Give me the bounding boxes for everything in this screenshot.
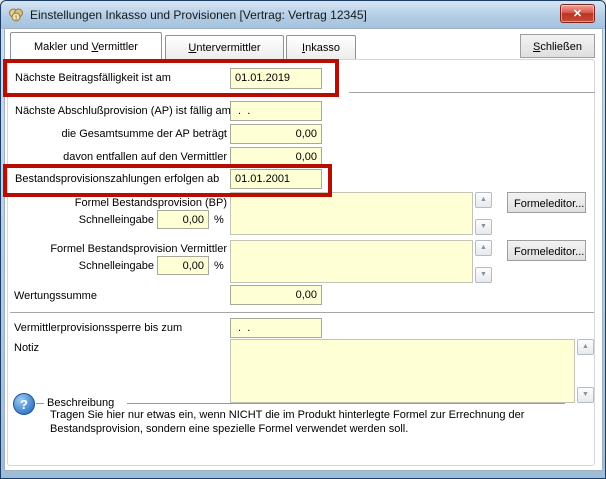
bestandsprovision-ab-label: Bestandsprovisionszahlungen erfolgen ab [15,173,219,185]
notiz-textarea[interactable] [230,339,575,403]
close-dialog-button[interactable]: Schließen [520,34,595,58]
separator [10,312,594,313]
schnelleingabe-vermittler-field[interactable]: 0,00 [157,256,209,275]
formeleditor-button-bp[interactable]: Formeleditor... [507,192,586,213]
legend-line [127,403,565,404]
bestandsprovision-ab-date-field[interactable]: 01.01.2001 [230,169,322,189]
schnelleingabe-bp-unit: % [214,214,224,226]
beitragsfaelligkeit-label: Nächste Beitragsfälligkeit ist am [15,72,171,84]
separator [349,92,595,93]
abschlussprovision-date-field[interactable]: . . [230,101,322,121]
gesamtsumme-field[interactable]: 0,00 [230,124,322,144]
formel-bp-scrollbar: ▲ ▼ [475,192,492,235]
scroll-up-icon[interactable]: ▲ [475,192,492,208]
davon-vermittler-label: davon entfallen auf den Vermittler [15,151,227,163]
dialog-client-area: Makler und Vermittler Untervermittler In… [4,28,603,471]
formel-bp-vermittler-scrollbar: ▲ ▼ [475,240,492,283]
notiz-scrollbar: ▲ ▼ [577,339,594,403]
dialog-window: 1 Einstellungen Inkasso und Provisionen … [0,0,606,479]
window-title: Einstellungen Inkasso und Provisionen [V… [30,8,367,22]
window-close-button[interactable]: ✕ [560,4,595,23]
schnelleingabe-bp-field[interactable]: 0,00 [157,210,209,229]
davon-vermittler-field[interactable]: 0,00 [230,147,322,167]
beitragsfaelligkeit-date-field[interactable]: 01.01.2019 [230,68,322,89]
gesamtsumme-label: die Gesamtsumme der AP beträgt [15,128,227,140]
close-icon: ✕ [573,8,582,20]
schnelleingabe-bp-label: Schnelleingabe [15,214,154,226]
scroll-up-icon[interactable]: ▲ [577,339,594,355]
svg-text:1: 1 [14,16,17,22]
scroll-down-icon[interactable]: ▼ [475,219,492,235]
beschreibung-text: Tragen Sie hier nur etwas ein, wenn NICH… [50,408,555,436]
formeleditor-button-vermittler[interactable]: Formeleditor... [507,240,586,261]
help-icon: ? [13,393,35,415]
formel-bp-vermittler-label: Formel Bestandsprovision Vermittler [15,243,227,255]
schnelleingabe-vermittler-label: Schnelleingabe [15,260,154,272]
tab-inkasso[interactable]: Inkasso [286,35,356,60]
scroll-up-icon[interactable]: ▲ [475,240,492,256]
tab-makler-und-vermittler[interactable]: Makler und Vermittler [10,32,162,61]
abschlussprovision-label: Nächste Abschlußprovision (AP) ist fälli… [15,105,231,117]
scroll-down-icon[interactable]: ▼ [577,387,594,403]
formel-bp-textarea[interactable] [230,192,473,235]
notiz-label: Notiz [14,342,39,354]
formel-bp-vermittler-textarea[interactable] [230,240,473,283]
wertungssumme-label: Wertungssumme [14,290,97,302]
schnelleingabe-vermittler-unit: % [214,260,224,272]
sperre-date-field[interactable]: . . [230,318,322,338]
sperre-label: Vermittlerprovisionssperre bis zum [14,322,182,334]
coins-icon: 1 [8,7,24,23]
formel-bp-label: Formel Bestandsprovision (BP) [15,197,227,209]
legend-dash [36,403,44,404]
title-bar[interactable]: 1 Einstellungen Inkasso und Provisionen … [1,1,605,29]
tab-untervermittler[interactable]: Untervermittler [165,35,284,60]
wertungssumme-field[interactable]: 0,00 [230,285,322,305]
scroll-down-icon[interactable]: ▼ [475,267,492,283]
